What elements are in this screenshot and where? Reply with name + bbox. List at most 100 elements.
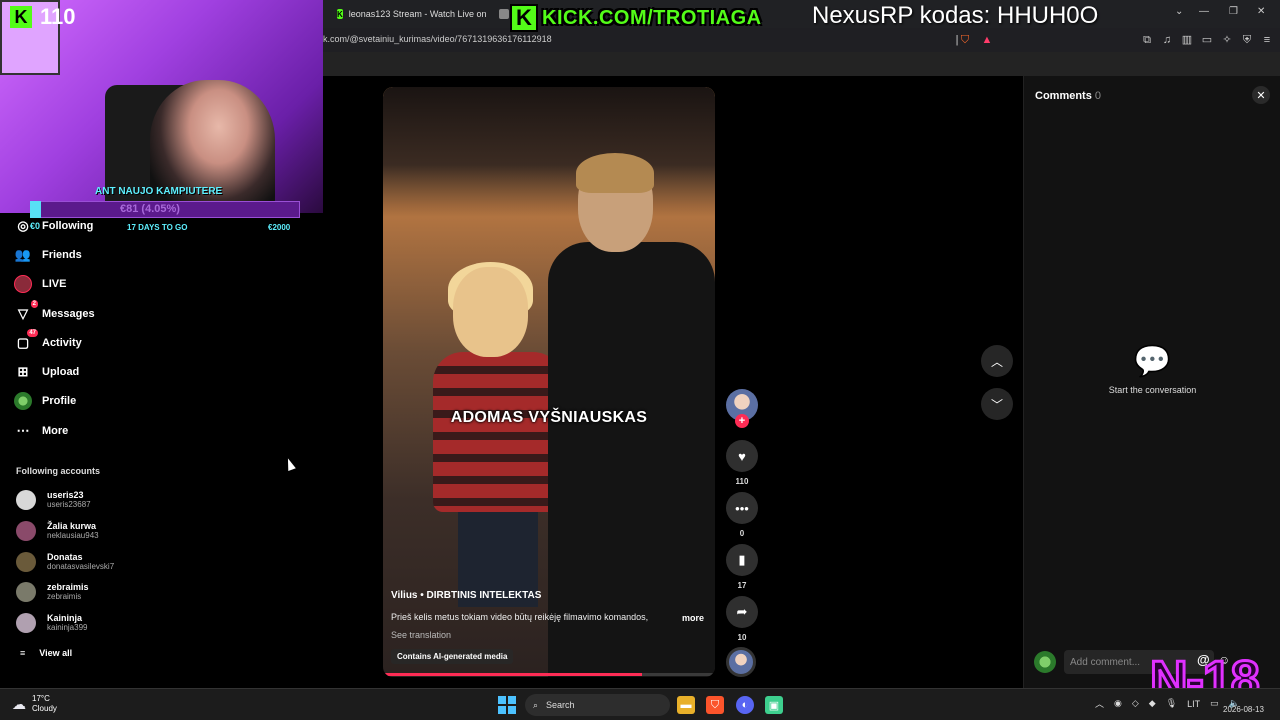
like-count: 110 (735, 477, 749, 486)
mouse-cursor-icon (284, 456, 296, 472)
kick-link-overlay: K KICK.COM/TROTIAGA (510, 4, 762, 32)
music-disc-avatar[interactable] (726, 647, 756, 677)
more-icon: ⋯ (16, 423, 30, 438)
ai-generated-tag: Contains AI-generated media (391, 649, 514, 664)
avatar (16, 613, 36, 633)
brave-rewards-icon[interactable]: ▲ (980, 33, 994, 47)
sidebar-item-label: Upload (42, 366, 80, 378)
view-all-label: View all (39, 648, 73, 658)
save-button[interactable]: ▮ (726, 544, 758, 576)
view-all-button[interactable]: ≡ View all (20, 648, 72, 658)
sidebar-item-profile[interactable]: Profile (14, 391, 76, 411)
tab-list-chevron-icon[interactable]: ⌄ (1175, 6, 1183, 17)
sidebar-item-label: Following (42, 220, 94, 232)
follower-count: 110 (40, 4, 76, 29)
sidebar-item-messages[interactable]: ▽ 2 Messages (14, 300, 95, 324)
tray-chevron-icon[interactable]: ︿ (1095, 697, 1104, 710)
goal-days: 17 DAYS TO GO (127, 223, 188, 232)
empty-comments-icon: 💬 (1133, 345, 1172, 378)
sidebar-item-live[interactable]: LIVE (14, 274, 66, 294)
video-author[interactable]: Vilius • DIRBTINIS INTELEKTAS (391, 590, 541, 601)
activity-icon: ▢ 47 (16, 329, 38, 350)
friends-icon: 👥 (14, 247, 32, 262)
language-indicator[interactable]: LIT (1187, 699, 1200, 709)
taskbar-search[interactable]: ⌕ Search (525, 694, 670, 716)
kick-favicon-icon: K (337, 9, 343, 19)
vpn-icon[interactable]: ⛨ (1240, 33, 1254, 47)
following-account[interactable]: Donatas donatasvasilevski7 (16, 552, 114, 572)
start-button[interactable] (498, 696, 516, 714)
search-label: Search (546, 700, 575, 710)
brave-shield-icon[interactable]: ⛉ (958, 33, 972, 47)
maximize-button[interactable]: ❐ (1229, 6, 1238, 17)
empty-comments-text: Start the conversation (1108, 385, 1197, 395)
account-name: Žalia kurwa (47, 521, 97, 531)
network-icon[interactable]: ▭ (1210, 698, 1219, 709)
account-name: Donatas (47, 552, 83, 562)
following-icon: ◎ (17, 218, 29, 233)
share-button[interactable]: ➦ (726, 596, 758, 628)
system-tray: ︿ ◉ ◇ ◆ 🎙 LIT ▭ 🔈 (1095, 697, 1240, 710)
sidebar-toggle-icon[interactable]: ▥ (1180, 33, 1194, 47)
close-comments-button[interactable]: ✕ (1252, 86, 1270, 104)
video-progress-bar[interactable] (383, 673, 715, 676)
goal-target: €2000 (268, 223, 291, 232)
menu-icon[interactable]: ≡ (1260, 33, 1274, 47)
close-window-button[interactable]: ✕ (1257, 6, 1265, 17)
tray-app-icon[interactable]: ◉ (1114, 698, 1122, 709)
account-handle: neklausiau943 (47, 531, 99, 540)
sidebar-item-upload[interactable]: ⊞ Upload (14, 362, 80, 382)
tray-app-icon[interactable]: ◇ (1132, 698, 1139, 709)
avatar (16, 490, 36, 510)
next-video-button[interactable]: ﹀ (981, 388, 1013, 420)
wallet-icon[interactable]: ▭ (1200, 33, 1214, 47)
avatar (1034, 651, 1056, 673)
messages-icon: ▽ 2 (18, 300, 38, 321)
following-account[interactable]: Kaininja kaininja399 (16, 613, 87, 633)
browser-tab-bar: K leonas123 Stream - Watch Live on Ki ⌄ … (323, 0, 1280, 28)
minimize-button[interactable]: — (1199, 6, 1209, 17)
kick-link-text: KICK.COM/TROTIAGA (542, 6, 762, 29)
extensions-icon[interactable]: ⧉ (1140, 33, 1154, 47)
sidebar-item-friends[interactable]: 👥 Friends (14, 245, 82, 265)
previous-video-button[interactable]: ︿ (981, 345, 1013, 377)
cloud-icon: ☁ (12, 695, 26, 712)
account-handle: useris23687 (47, 500, 91, 509)
follow-plus-button[interactable]: + (735, 414, 749, 428)
url-text[interactable]: k.com/@svetainiu_kurimas/video/767131963… (323, 34, 552, 44)
video-player[interactable]: ADOMAS VYŠNIAUSKAS Vilius • DIRBTINIS IN… (383, 87, 715, 677)
music-icon[interactable]: ♫ (1160, 33, 1174, 47)
date-display[interactable]: 2026-08-13 (1223, 705, 1264, 714)
following-account[interactable]: useris23 useris23687 (16, 490, 91, 510)
search-icon: ⌕ (533, 699, 539, 710)
comments-panel: Comments 0 ✕ 💬 Start the conversation (1023, 76, 1280, 688)
discord-icon[interactable]: ◐ (736, 696, 754, 714)
app-icon[interactable]: ▣ (765, 696, 783, 714)
sidebar-item-following[interactable]: ◎ Following (14, 216, 93, 236)
share-icon: ➦ (736, 604, 748, 619)
bookmark-icon: ▮ (738, 552, 746, 567)
leo-ai-icon[interactable]: ✧ (1220, 33, 1234, 47)
close-icon: ✕ (1256, 89, 1266, 102)
address-bar[interactable]: k.com/@svetainiu_kurimas/video/767131963… (323, 28, 1280, 52)
tab-favicon-icon (499, 9, 509, 19)
comment-button[interactable]: ••• (726, 492, 758, 524)
following-account[interactable]: Žalia kurwa neklausiau943 (16, 521, 99, 541)
goal-amount: €81 (4.05%) (120, 203, 180, 215)
sidebar-item-more[interactable]: ⋯ More (14, 421, 69, 441)
tray-app-icon[interactable]: ◆ (1149, 698, 1156, 709)
brave-browser-icon[interactable]: ⛉ (706, 696, 724, 714)
like-button[interactable]: ♥ (726, 440, 758, 472)
microphone-icon[interactable]: 🎙 (1166, 698, 1177, 709)
description-more-button[interactable]: more (682, 613, 704, 623)
sidebar-item-activity[interactable]: ▢ 47 Activity (14, 329, 82, 353)
comment-count: 0 (739, 529, 745, 538)
file-explorer-icon[interactable]: ▬ (677, 696, 695, 714)
sidebar-item-label: Messages (42, 308, 95, 320)
see-translation-link[interactable]: See translation (391, 630, 451, 640)
following-account[interactable]: zebraimis zebraimis (16, 582, 89, 602)
browser-tab[interactable]: K leonas123 Stream - Watch Live on Ki (337, 4, 487, 24)
weather-widget[interactable]: ☁ 17°C Cloudy (12, 694, 57, 714)
live-icon (14, 275, 32, 293)
chevron-up-icon: ︿ (990, 354, 1003, 369)
